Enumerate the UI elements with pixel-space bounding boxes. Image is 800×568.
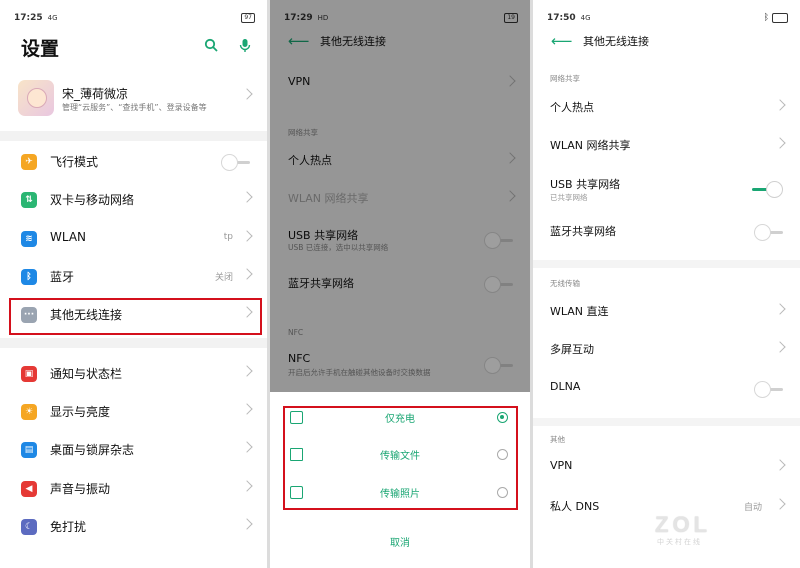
item-label: 桌面与锁屏杂志	[50, 443, 135, 457]
chevron-right-icon	[241, 230, 253, 242]
page-title: 设置	[21, 38, 60, 60]
mic-icon[interactable]	[237, 38, 253, 54]
moon-icon: ☾	[21, 519, 37, 535]
item-label: WLAN	[50, 230, 87, 244]
chevron-right-icon	[774, 303, 786, 315]
section-header: 其他	[550, 435, 565, 444]
dlna-toggle[interactable]	[754, 381, 784, 398]
back-arrow-icon[interactable]: ⟵	[551, 34, 573, 49]
signal-icon: 4G	[47, 14, 58, 22]
settings-item-display[interactable]: ☀ 显示与亮度	[0, 394, 267, 430]
nav-bar: ⟵ 其他无线连接	[551, 32, 790, 50]
item-label: 个人热点	[550, 101, 594, 114]
chevron-right-icon	[774, 498, 786, 510]
brightness-icon: ☀	[21, 404, 37, 420]
settings-item-wlan[interactable]: ≋ WLAN tp	[0, 221, 267, 257]
item-label: 双卡与移动网络	[50, 193, 135, 207]
item-label: DLNA	[550, 380, 581, 393]
chevron-right-icon	[774, 137, 786, 149]
item-label: 私人 DNS	[550, 500, 600, 513]
status-bar: 17:25 4G 97	[14, 10, 255, 26]
chevron-right-icon	[241, 191, 253, 203]
chevron-right-icon	[241, 403, 253, 415]
highlight-box	[9, 298, 262, 335]
list-item-vpn[interactable]: VPN	[533, 450, 800, 486]
item-label: USB 共享网络	[550, 178, 621, 191]
dim-overlay	[270, 0, 530, 392]
item-label: 蓝牙	[50, 270, 75, 284]
item-label: 显示与亮度	[50, 405, 111, 419]
status-time: 17:25	[14, 13, 43, 23]
zol-watermark-sub: 中关村在线	[657, 538, 702, 546]
battery-icon	[772, 13, 788, 23]
zol-watermark: ZOL	[655, 512, 711, 537]
section-header: 网络共享	[550, 74, 580, 83]
wallpaper-icon: ▤	[21, 442, 37, 458]
chevron-right-icon	[241, 365, 253, 377]
chevron-right-icon	[241, 518, 253, 530]
status-bar: 17:50 4G ᛒ	[547, 10, 788, 26]
search-icon[interactable]	[203, 38, 219, 54]
item-label: 通知与状态栏	[50, 367, 123, 381]
wlan-value: tp	[223, 232, 233, 242]
signal-icon: 4G	[580, 14, 591, 22]
cancel-button[interactable]: 取消	[270, 534, 530, 549]
item-label: 多屏互动	[550, 343, 594, 356]
settings-item-sound[interactable]: ◀ 声音与振动	[0, 471, 267, 507]
settings-item-dnd[interactable]: ☾ 免打扰	[0, 509, 267, 545]
chevron-right-icon	[774, 99, 786, 111]
bluetooth-value: 关闭	[214, 273, 233, 283]
usb-mode-sheet: 仅充电 传输文件 传输照片 取消	[270, 392, 530, 568]
item-label: 声音与振动	[50, 482, 111, 496]
bluetooth-icon: ᛒ	[21, 269, 37, 285]
item-label: 飞行模式	[50, 155, 99, 169]
list-item-usb-share[interactable]: USB 共享网络 已共享网络	[533, 167, 800, 203]
bluetooth-status-icon: ᛒ	[763, 13, 769, 23]
page-title: 其他无线连接	[583, 35, 649, 48]
settings-item-notifications[interactable]: ▣ 通知与状态栏	[0, 356, 267, 392]
wifi-icon: ≋	[21, 231, 37, 247]
item-label: 蓝牙共享网络	[550, 225, 616, 238]
airplane-mode-toggle[interactable]	[221, 154, 251, 171]
private-dns-value: 自动	[743, 503, 762, 513]
item-label: VPN	[550, 459, 573, 472]
sim-icon: ⇅	[21, 192, 37, 208]
settings-item-bluetooth[interactable]: ᛒ 蓝牙 关闭	[0, 259, 267, 295]
account-name: 宋_薄荷微凉	[62, 87, 129, 101]
settings-item-sim[interactable]: ⇅ 双卡与移动网络	[0, 182, 267, 218]
highlight-box	[283, 406, 518, 510]
list-item-wlan-direct[interactable]: WLAN 直连	[533, 294, 800, 330]
item-label: WLAN 直连	[550, 305, 609, 318]
usb-share-toggle[interactable]	[752, 181, 783, 198]
chevron-right-icon	[241, 268, 253, 280]
list-item-bt-share[interactable]: 蓝牙共享网络	[533, 214, 800, 250]
notification-icon: ▣	[21, 366, 37, 382]
account-profile[interactable]: 宋_薄荷微凉 管理“云服务”、“查找手机”、登录设备等	[18, 80, 257, 120]
usb-mode-screen: 17:29 HD 19 ⟵ 其他无线连接 VPN 网络共享 个人热点 WLAN …	[270, 0, 530, 568]
status-time: 17:50	[547, 13, 576, 23]
list-item-wlan-share[interactable]: WLAN 网络共享	[533, 128, 800, 164]
avatar	[18, 80, 54, 116]
chevron-right-icon	[241, 480, 253, 492]
list-item-hotspot[interactable]: 个人热点	[533, 90, 800, 126]
item-subtitle: 已共享网络	[550, 193, 588, 202]
chevron-right-icon	[241, 88, 253, 100]
settings-item-wallpaper[interactable]: ▤ 桌面与锁屏杂志	[0, 432, 267, 468]
airplane-icon: ✈	[21, 154, 37, 170]
chevron-right-icon	[241, 441, 253, 453]
item-label: 免打扰	[50, 520, 87, 534]
item-label: WLAN 网络共享	[550, 139, 631, 152]
section-header: 无线传输	[550, 279, 580, 288]
other-wireless-screen: 17:50 4G ᛒ ⟵ 其他无线连接 网络共享 个人热点 WLAN 网络共享 …	[533, 0, 800, 568]
settings-screen: 17:25 4G 97 设置 宋_薄荷微凉 管理“云服务”、“查找手机”、登录设…	[0, 0, 267, 568]
chevron-right-icon	[774, 341, 786, 353]
bt-share-toggle[interactable]	[754, 224, 784, 241]
account-subtitle: 管理“云服务”、“查找手机”、登录设备等	[62, 103, 207, 112]
list-item-dlna[interactable]: DLNA	[533, 371, 800, 407]
list-item-multiscreen[interactable]: 多屏互动	[533, 332, 800, 368]
sound-icon: ◀	[21, 481, 37, 497]
settings-item-airplane-mode[interactable]: ✈ 飞行模式	[0, 144, 267, 180]
chevron-right-icon	[774, 459, 786, 471]
battery-icon: 97	[241, 13, 255, 23]
